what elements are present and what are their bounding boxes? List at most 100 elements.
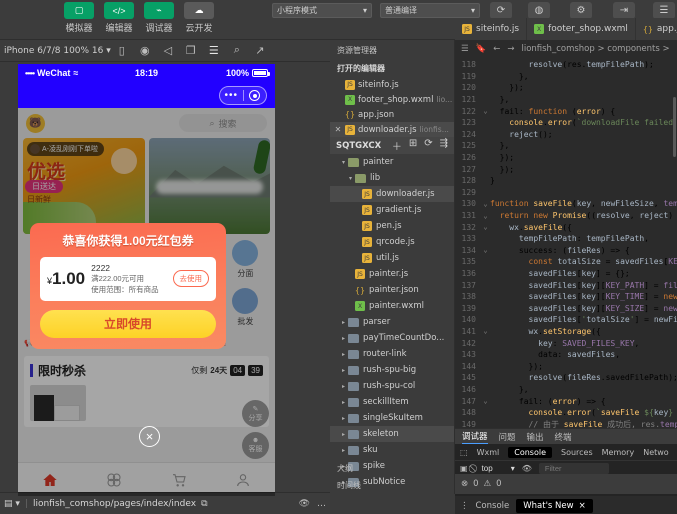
- copy-icon[interactable]: ⧉: [201, 499, 207, 509]
- chevron-right-icon[interactable]: ▸: [339, 351, 348, 358]
- forward-arrow-icon[interactable]: →: [507, 44, 514, 54]
- tab-network[interactable]: Netwo: [643, 448, 668, 457]
- tree-folder[interactable]: ▸rush-spu-col: [330, 378, 454, 394]
- editor-tab-footer-shop[interactable]: X footer_shop.wxml: [527, 18, 636, 40]
- error-icon[interactable]: ⊗: [461, 479, 468, 489]
- tab-problems[interactable]: 问题: [499, 431, 516, 443]
- chevron-down-icon[interactable]: ▾: [339, 159, 348, 166]
- fold-toggle[interactable]: ⌄: [481, 246, 490, 254]
- tab-console[interactable]: Console: [508, 447, 552, 458]
- chevron-right-icon[interactable]: ▸: [339, 415, 348, 422]
- close-icon[interactable]: ✕: [334, 125, 342, 135]
- coupon-use-button[interactable]: 去使用: [173, 270, 210, 287]
- list-icon[interactable]: ☰: [461, 44, 469, 54]
- new-file-icon[interactable]: ＋: [392, 138, 402, 153]
- editor-tab-siteinfo[interactable]: JS siteinfo.js: [455, 18, 527, 40]
- page-icon[interactable]: ▤ ▾: [4, 499, 20, 509]
- tree-file[interactable]: JSqrcode.js: [330, 234, 454, 250]
- fold-toggle[interactable]: ⌄: [481, 223, 490, 231]
- context-select[interactable]: top ▾: [482, 464, 515, 473]
- open-editor-item[interactable]: JS siteinfo.js: [330, 77, 454, 92]
- chevron-right-icon[interactable]: ▸: [339, 383, 348, 390]
- chevron-right-icon[interactable]: ▸: [339, 335, 348, 342]
- drawer-tab-console[interactable]: Console: [476, 501, 510, 511]
- tree-folder[interactable]: ▸rush-spu-big: [330, 362, 454, 378]
- cursor-icon[interactable]: ↗: [249, 41, 271, 61]
- eye-icon[interactable]: 👁: [522, 464, 532, 473]
- fold-toggle[interactable]: ⌄: [481, 107, 490, 115]
- inspect-icon[interactable]: ⬚: [460, 448, 468, 457]
- more-icon[interactable]: …: [317, 499, 326, 509]
- fold-toggle[interactable]: ⌄: [481, 200, 490, 208]
- tree-folder[interactable]: ▸parser: [330, 314, 454, 330]
- toolbar-button-simulator[interactable]: ▢ 模拟器: [62, 2, 96, 34]
- tree-folder[interactable]: ▾painter: [330, 154, 454, 170]
- tree-folder[interactable]: ▸seckillItem: [330, 394, 454, 410]
- tree-file[interactable]: Xpainter.wxml: [330, 298, 454, 314]
- chevron-right-icon[interactable]: ▸: [339, 447, 348, 454]
- timeline-section[interactable]: 时间线: [330, 477, 454, 494]
- fold-toggle[interactable]: ⌄: [481, 397, 490, 405]
- drawer-menu-icon[interactable]: ⋮: [460, 501, 469, 511]
- chevron-right-icon[interactable]: ▸: [339, 319, 348, 326]
- tree-file[interactable]: JSutil.js: [330, 250, 454, 266]
- open-editors-header[interactable]: 打开的编辑器: [330, 60, 454, 77]
- chevron-down-icon[interactable]: ▾: [346, 175, 355, 182]
- back-arrow-icon[interactable]: ←: [493, 44, 500, 54]
- device-icon[interactable]: ▯: [111, 41, 133, 61]
- tree-file[interactable]: {}painter.json: [330, 282, 454, 298]
- chevron-right-icon[interactable]: ▸: [339, 367, 348, 374]
- eye-icon[interactable]: 👁: [299, 499, 310, 509]
- network-icon[interactable]: ◁: [157, 41, 179, 61]
- tab-wxml[interactable]: Wxml: [477, 448, 500, 457]
- panel-icon[interactable]: ☰: [203, 41, 225, 61]
- open-editor-item[interactable]: X footer_shop.wxml lio...: [330, 92, 454, 107]
- toolbar-button-editor[interactable]: </> 编辑器: [102, 2, 136, 34]
- code-area[interactable]: 118 resolve(res.tempFilePath);119 },120 …: [455, 57, 677, 428]
- tree-folder[interactable]: ▸singleSkuItem: [330, 410, 454, 426]
- refresh-icon[interactable]: ⟳: [424, 138, 432, 153]
- execute-icon[interactable]: ▣: [460, 464, 468, 473]
- open-editor-item-active[interactable]: ✕ JS downloader.js lionfis...: [330, 122, 454, 137]
- tree-folder[interactable]: ▸sku: [330, 442, 454, 458]
- bookmark-icon[interactable]: 🔖: [476, 44, 487, 54]
- capsule-more-icon[interactable]: •••: [220, 91, 243, 101]
- tab-sources[interactable]: Sources: [561, 448, 593, 457]
- chevron-right-icon[interactable]: ▸: [339, 431, 348, 438]
- new-folder-icon[interactable]: ⊞: [409, 138, 417, 153]
- tree-folder[interactable]: ▸skeleton: [330, 426, 454, 442]
- project-header[interactable]: SQTGXCX ＋ ⊞ ⟳ ⇶: [330, 137, 454, 154]
- tab-debugger[interactable]: 调试器: [462, 430, 488, 444]
- editor-tab-app-json[interactable]: {} app.json: [636, 18, 677, 40]
- tree-folder[interactable]: ▸payTimeCountDo...: [330, 330, 454, 346]
- window-icon[interactable]: ❐: [180, 41, 202, 61]
- fold-toggle[interactable]: ⌄: [481, 212, 490, 220]
- tab-terminal[interactable]: 终端: [555, 431, 572, 443]
- close-icon[interactable]: ×: [139, 426, 160, 447]
- wechat-capsule[interactable]: •••: [219, 86, 267, 105]
- filter-input[interactable]: Filter: [539, 463, 609, 474]
- collapse-icon[interactable]: ⇶: [440, 138, 448, 153]
- fold-toggle[interactable]: ⌄: [481, 327, 490, 335]
- toolbar-button-cloud[interactable]: ☁ 云开发: [182, 2, 216, 34]
- warning-icon[interactable]: ⚠: [484, 479, 492, 489]
- tree-file[interactable]: JSgradient.js: [330, 202, 454, 218]
- outline-section[interactable]: 大纲: [330, 460, 454, 477]
- tab-memory[interactable]: Memory: [602, 448, 635, 457]
- tree-folder[interactable]: ▾lib: [330, 170, 454, 186]
- compile-select[interactable]: 普通编译 ▾: [380, 3, 480, 18]
- mode-select[interactable]: 小程序模式 ▾: [272, 3, 372, 18]
- editor-scrollbar[interactable]: [673, 97, 676, 157]
- chevron-right-icon[interactable]: ▸: [339, 399, 348, 406]
- close-icon[interactable]: ×: [579, 501, 586, 511]
- record-icon[interactable]: ◉: [134, 41, 156, 61]
- tree-folder[interactable]: ▸router-link: [330, 346, 454, 362]
- coupon-cta-button[interactable]: 立即使用: [40, 310, 216, 338]
- drawer-tab-whats-new[interactable]: What's New ×: [516, 499, 592, 513]
- tree-file[interactable]: JSpen.js: [330, 218, 454, 234]
- target-icon[interactable]: [244, 90, 267, 101]
- tree-file[interactable]: JSdownloader.js: [330, 186, 454, 202]
- tab-output[interactable]: 输出: [527, 431, 544, 443]
- open-editor-item[interactable]: {} app.json: [330, 107, 454, 122]
- device-selector[interactable]: iPhone 6/7/8 100% 16 ▾: [0, 46, 111, 56]
